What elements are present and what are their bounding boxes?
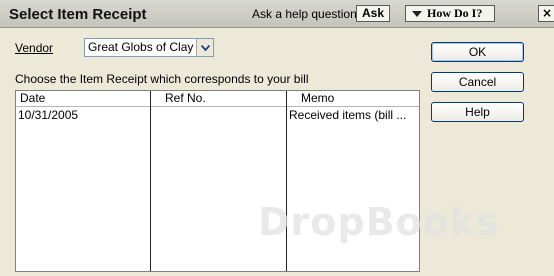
ok-button[interactable]: OK xyxy=(431,42,524,62)
item-receipt-table[interactable]: Date Ref No. Memo 10/31/2005 Received it… xyxy=(15,90,420,272)
title-bar: Select Item Receipt Ask a help question … xyxy=(0,0,554,28)
column-header-date[interactable]: Date xyxy=(20,91,45,106)
cancel-button[interactable]: Cancel xyxy=(431,72,524,92)
column-header-memo[interactable]: Memo xyxy=(301,91,334,106)
chevron-down-icon[interactable] xyxy=(196,39,213,56)
triangle-down-icon xyxy=(412,10,422,17)
watermark: DropBooks xyxy=(258,200,500,244)
help-button[interactable]: Help xyxy=(431,102,524,122)
column-divider xyxy=(150,91,151,271)
cell-memo: Received items (bill ... xyxy=(289,108,407,122)
vendor-label-text: Vendor xyxy=(15,41,54,55)
dialog-title: Select Item Receipt xyxy=(9,6,147,23)
vendor-label: Vendor xyxy=(15,41,53,55)
how-do-i-button[interactable]: How Do I? xyxy=(405,5,495,22)
column-divider xyxy=(286,91,287,271)
instruction-text: Choose the Item Receipt which correspond… xyxy=(15,72,309,86)
vendor-select[interactable]: Great Globs of Clay xyxy=(84,38,214,57)
header-divider xyxy=(16,106,419,107)
how-do-i-label: How Do I? xyxy=(427,6,483,20)
close-icon[interactable]: × xyxy=(538,5,554,22)
vendor-value: Great Globs of Clay xyxy=(88,40,194,54)
cell-date: 10/31/2005 xyxy=(18,108,79,122)
select-item-receipt-dialog: Select Item Receipt Ask a help question … xyxy=(0,0,554,276)
column-header-ref-no[interactable]: Ref No. xyxy=(165,91,206,106)
cell-ref-no xyxy=(153,108,283,122)
help-question-label: Ask a help question xyxy=(252,7,357,21)
ask-button[interactable]: Ask xyxy=(356,5,390,22)
